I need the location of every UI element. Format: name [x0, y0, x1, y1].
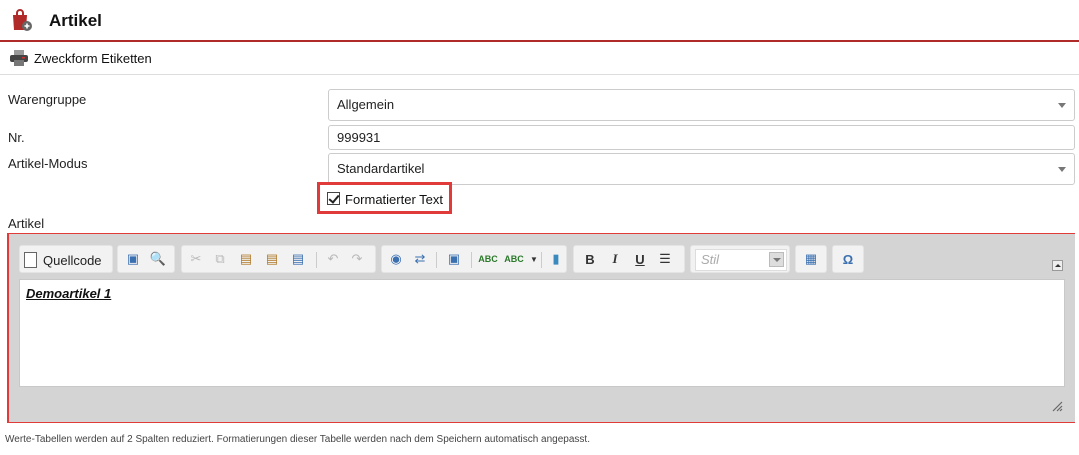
modus-label: Artikel-Modus	[8, 156, 88, 171]
paste-text-icon[interactable]: ▤	[262, 249, 282, 269]
clipboard-group: ✂ ⧉ ▤ ▤ ▤ ↶ ↷	[181, 245, 376, 273]
nr-input[interactable]: 999931	[328, 125, 1075, 150]
remove-format-icon[interactable]: ▮	[546, 249, 566, 269]
undo-icon[interactable]: ↶	[323, 249, 343, 269]
table-group: ▦	[795, 245, 827, 273]
source-label: Quellcode	[43, 252, 102, 268]
chevron-down-icon	[1058, 167, 1066, 172]
underline-icon[interactable]: U	[630, 249, 650, 269]
warengruppe-value: Allgemein	[337, 97, 395, 112]
find-icon[interactable]: ◉	[386, 249, 406, 269]
warengruppe-select[interactable]: Allgemein	[328, 89, 1075, 121]
rich-text-editor: Quellcode ▣ 🔍 ✂ ⧉ ▤ ▤ ▤ ↶ ↷ ◉ ⇄ ▣ ABC AB…	[9, 234, 1075, 422]
toolbar-separator	[471, 252, 472, 268]
artikel-label: Artikel	[8, 216, 45, 231]
style-select[interactable]: Stil	[695, 249, 787, 271]
editor-content-area[interactable]: Demoartikel 1	[19, 279, 1065, 387]
formatted-text-checkbox[interactable]	[327, 192, 340, 205]
editor-toolbar: Quellcode ▣ 🔍 ✂ ⧉ ▤ ▤ ▤ ↶ ↷ ◉ ⇄ ▣ ABC AB…	[19, 245, 1065, 276]
table-icon[interactable]: ▦	[801, 249, 821, 269]
copy-icon[interactable]: ⧉	[210, 249, 230, 269]
bold-icon[interactable]: B	[580, 249, 600, 269]
paste-word-icon[interactable]: ▤	[288, 249, 308, 269]
special-group: Ω	[832, 245, 864, 273]
paste-icon[interactable]: ▤	[236, 249, 256, 269]
toolbar-separator	[316, 252, 317, 268]
spellcheck-as-you-type-icon[interactable]: ABC	[504, 249, 524, 269]
formatted-text-label: Formatierter Text	[345, 192, 444, 207]
shopping-bag-icon	[13, 9, 32, 31]
action-bar: Zweckform Etiketten	[0, 42, 1079, 75]
italic-icon[interactable]: I	[605, 249, 625, 269]
page-title: Artikel	[49, 11, 102, 30]
collapse-toolbar-icon[interactable]	[1052, 260, 1063, 271]
footer-note: Werte-Tabellen werden auf 2 Spalten redu…	[5, 434, 590, 445]
preview-icon[interactable]: 🔍	[148, 249, 168, 269]
toolbar-separator	[541, 252, 542, 268]
toolbar-separator	[436, 252, 437, 268]
special-char-icon[interactable]: Ω	[838, 249, 858, 269]
maximize-icon[interactable]: ▣	[123, 249, 143, 269]
modus-value: Standardartikel	[337, 161, 425, 176]
view-group: ▣ 🔍	[117, 245, 175, 273]
edit-group: ◉ ⇄ ▣ ABC ABC ▼ ▮	[381, 245, 567, 273]
chevron-down-icon	[1058, 103, 1066, 108]
chevron-down-icon	[769, 252, 784, 267]
app-header: Artikel	[0, 0, 1079, 42]
format-group: B I U ☰	[573, 245, 685, 273]
editor-content-text: Demoartikel 1	[26, 286, 112, 301]
source-group: Quellcode	[19, 245, 113, 273]
bulleted-list-icon[interactable]: ☰	[655, 249, 675, 269]
nr-label: Nr.	[8, 130, 25, 145]
modus-select[interactable]: Standardartikel	[328, 153, 1075, 185]
replace-icon[interactable]: ⇄	[410, 249, 430, 269]
select-all-icon[interactable]: ▣	[444, 249, 464, 269]
spellcheck-icon[interactable]: ABC	[478, 249, 498, 269]
style-group: Stil	[690, 245, 790, 273]
source-button[interactable]: Quellcode	[24, 249, 102, 271]
print-labels-button[interactable]: Zweckform Etiketten	[34, 51, 152, 66]
redo-icon[interactable]: ↷	[347, 249, 367, 269]
printer-icon[interactable]	[10, 50, 28, 66]
cut-icon[interactable]: ✂	[186, 249, 206, 269]
nr-value: 999931	[337, 130, 381, 145]
resize-grip-icon[interactable]	[1051, 400, 1063, 412]
document-icon	[24, 252, 37, 268]
warengruppe-label: Warengruppe	[8, 92, 87, 107]
style-placeholder: Stil	[701, 252, 720, 267]
